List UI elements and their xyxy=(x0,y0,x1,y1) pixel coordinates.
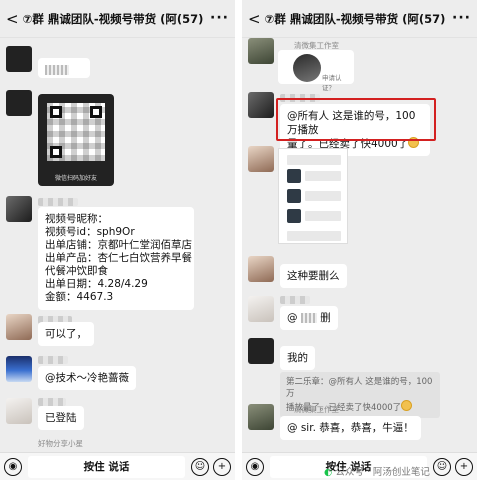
info-line: 出单日期：4.28/4.29 xyxy=(45,278,148,290)
qr-code-image[interactable]: 微信扫码加好友 xyxy=(38,94,114,186)
avatar[interactable] xyxy=(248,404,274,430)
card-label: 申请认证？ xyxy=(322,74,342,92)
voice-icon[interactable]: ◉ xyxy=(246,457,264,476)
chat-header: < ⑦群 鼎诚团队-视频号带货 (阿(57) ··· xyxy=(242,0,477,38)
message-bubble: 这种要删么 xyxy=(280,264,347,288)
back-arrow-icon[interactable]: < xyxy=(248,10,261,28)
avatar[interactable] xyxy=(6,314,32,340)
left-chat-panel: < ⑦群 鼎诚团队-视频号带货 (阿(57) ··· 微信扫码加好友 视频号昵称… xyxy=(0,0,235,480)
avatar[interactable] xyxy=(6,46,32,72)
sender-name: 好物分享小星 xyxy=(38,439,83,448)
screenshot-image[interactable] xyxy=(278,148,348,244)
emoji-icon[interactable]: ☺ xyxy=(433,457,451,476)
sender-name xyxy=(38,198,78,206)
avatar[interactable] xyxy=(6,196,32,222)
avatar[interactable] xyxy=(248,338,274,364)
avatar[interactable] xyxy=(6,398,32,424)
message-bubble xyxy=(38,58,90,78)
chat-title: ⑦群 鼎诚团队-视频号带货 (阿(57) xyxy=(264,11,446,26)
info-line: 代餐冲饮即食 xyxy=(45,265,108,277)
message-bubble: @ sir. 恭喜，恭喜，牛逼！ xyxy=(280,416,421,440)
sender-name xyxy=(38,398,66,406)
profile-photo xyxy=(293,54,321,82)
chat-header: < ⑦群 鼎诚团队-视频号带货 (阿(57) ··· xyxy=(0,0,235,38)
avatar[interactable] xyxy=(6,90,32,116)
sender-name xyxy=(38,356,68,364)
message-bubble: 我的 xyxy=(280,346,315,370)
sender-name xyxy=(280,296,310,304)
info-line: 金额：4467.3 xyxy=(45,291,114,303)
avatar[interactable] xyxy=(248,146,274,172)
message-bubble: 可以了， xyxy=(38,322,94,346)
avatar[interactable] xyxy=(6,356,32,382)
info-line: 视频号昵称： xyxy=(45,213,108,225)
right-chat-panel: < ⑦群 鼎诚团队-视频号带货 (阿(57) ··· 清微集工作室 申请认证？ … xyxy=(242,0,477,480)
message-bubble: @技术～冷艳蔷薇 xyxy=(38,366,136,390)
plus-icon[interactable]: + xyxy=(213,457,231,476)
info-line: 出单店铺：京都叶仁堂润佰草店 xyxy=(45,239,192,251)
profile-card[interactable]: 申请认证？ xyxy=(278,50,354,92)
avatar[interactable] xyxy=(248,256,274,282)
avatar[interactable] xyxy=(248,38,274,64)
avatar[interactable] xyxy=(248,92,274,118)
chat-title: ⑦群 鼎诚团队-视频号带货 (阿(57) xyxy=(22,11,204,26)
quote-line: 第二乐章：@所有人 这是谁的号，100万 xyxy=(286,377,433,399)
comparison-screenshot: < ⑦群 鼎诚团队-视频号带货 (阿(57) ··· 微信扫码加好友 视频号昵称… xyxy=(0,0,480,480)
order-info-message: 视频号昵称： 视频号id：sph9Or 出单店铺：京都叶仁堂润佰草店 出单产品：… xyxy=(38,207,194,310)
message-bubble: @ 删 xyxy=(280,306,338,330)
emoji-icon[interactable]: ☺ xyxy=(191,457,209,476)
hold-to-talk-button[interactable]: 按住 说话 xyxy=(28,455,185,478)
input-bar: ◉ 按住 说话 ☺ + xyxy=(0,452,235,480)
red-highlight-box xyxy=(276,98,436,141)
more-icon[interactable]: ··· xyxy=(210,10,229,26)
more-icon[interactable]: ··· xyxy=(452,10,471,26)
message-bubble: 已登陆 xyxy=(38,406,84,430)
info-line: 出单产品：杏仁七白饮营养早餐 xyxy=(45,252,192,264)
info-line: 视频号id：sph9Or xyxy=(45,226,135,238)
plus-icon[interactable]: + xyxy=(455,457,473,476)
sender-name: 清微集工作室 xyxy=(294,405,339,414)
grin-emoji-icon xyxy=(401,400,413,411)
avatar[interactable] xyxy=(248,296,274,322)
back-arrow-icon[interactable]: < xyxy=(6,10,19,28)
watermark: ◐ 公众号 · 阿汤创业笔记 xyxy=(324,467,430,478)
voice-icon[interactable]: ◉ xyxy=(4,457,22,476)
qr-caption: 微信扫码加好友 xyxy=(54,175,97,182)
